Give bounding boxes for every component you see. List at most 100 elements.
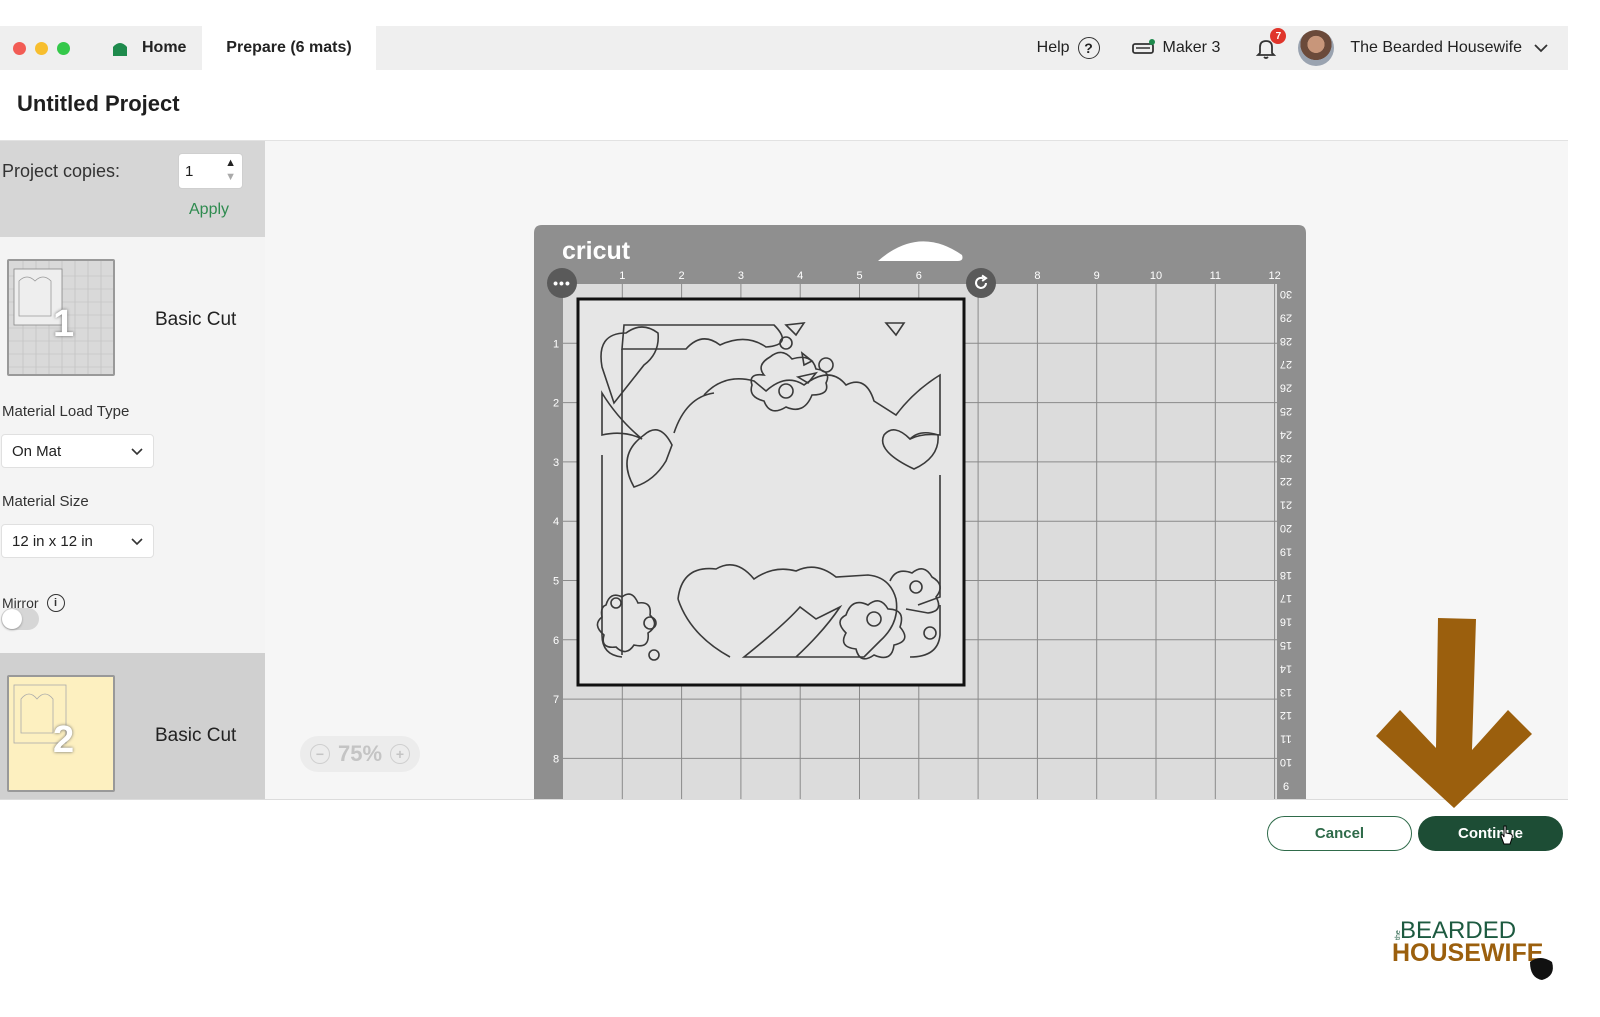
tab-prepare[interactable]: Prepare (6 mats)	[202, 26, 376, 70]
question-icon: ?	[1077, 37, 1100, 59]
user-menu[interactable]: The Bearded Housewife	[1350, 39, 1548, 57]
ruler-label: 17	[1280, 592, 1292, 604]
copies-value: 1	[185, 163, 194, 180]
ruler-label: 5	[856, 270, 862, 282]
chevron-down-icon	[131, 448, 143, 456]
material-size-label: Material Size	[2, 493, 89, 510]
decrement-icon[interactable]: ▼	[225, 170, 236, 184]
ruler-label: 23	[1280, 452, 1292, 464]
rotate-icon	[975, 274, 988, 289]
maximize-window-button[interactable]	[57, 42, 70, 55]
tab-home-label: Home	[142, 39, 187, 56]
stepper-arrows: ▲ ▼	[225, 156, 236, 184]
ruler-label: 10	[1150, 270, 1162, 282]
avatar[interactable]	[1298, 30, 1335, 66]
ruler-label: 26	[1280, 382, 1292, 394]
ruler-label: 10	[1280, 756, 1292, 768]
ruler-label: 2	[553, 398, 559, 410]
ruler-label: 11	[1280, 733, 1291, 745]
mat-1-thumbnail[interactable]: 1	[7, 259, 115, 376]
ruler-label: 13	[1280, 686, 1292, 698]
ruler-label: 2	[679, 270, 685, 282]
mat-1-label: Basic Cut	[155, 309, 237, 330]
continue-button[interactable]: Continue	[1418, 816, 1563, 851]
minimize-window-button[interactable]	[35, 42, 48, 55]
zoom-out-icon[interactable]: −	[309, 744, 330, 764]
more-icon: •••	[553, 275, 571, 291]
title-bar: Home Prepare (6 mats) Help ? Maker 3 7 T…	[0, 26, 1568, 70]
apply-button[interactable]: Apply	[189, 201, 229, 219]
ruler-label: 8	[1034, 270, 1040, 282]
ruler-label: 18	[1280, 569, 1292, 581]
zoom-in-icon[interactable]: +	[390, 744, 411, 764]
copies-stepper[interactable]: 1 ▲ ▼	[178, 153, 243, 189]
material-size-value: 12 in x 12 in	[12, 533, 93, 550]
help-button[interactable]: Help ?	[1037, 37, 1100, 59]
cursor-icon	[1500, 825, 1513, 845]
ruler-label: 5	[553, 576, 559, 588]
ruler-label: 1	[619, 270, 625, 282]
ruler-label: 4	[553, 516, 559, 528]
ruler-label: 3	[738, 270, 744, 282]
ruler-label: 15	[1280, 639, 1292, 651]
toggle-knob	[2, 609, 22, 629]
project-copies-section: Project copies: 1 ▲ ▼ Apply	[0, 141, 265, 237]
ruler-label: 8	[553, 753, 559, 765]
ruler-label: 27	[1280, 358, 1292, 370]
mat-2-panel: 2 Basic Cut	[0, 653, 265, 799]
close-window-button[interactable]	[13, 42, 26, 55]
zoom-control: − 75% +	[300, 736, 420, 772]
mat-2-label: Basic Cut	[155, 725, 237, 746]
ruler-label: 9	[1283, 779, 1289, 791]
ruler-label: 3	[553, 457, 559, 469]
copies-label: Project copies:	[2, 161, 121, 181]
info-icon[interactable]: i	[46, 594, 65, 612]
tab-home[interactable]: Home	[93, 26, 203, 70]
ruler-label: 30	[1280, 288, 1292, 300]
user-name: The Bearded Housewife	[1350, 39, 1522, 56]
ruler-label: 7	[553, 694, 559, 706]
increment-icon[interactable]: ▲	[225, 156, 236, 170]
ruler-label: 24	[1280, 428, 1292, 440]
ruler-label: 11	[1210, 270, 1221, 282]
mat-options-button[interactable]: •••	[547, 268, 577, 298]
ruler-label: 14	[1280, 662, 1292, 674]
notifications-button[interactable]: 7	[1254, 28, 1287, 60]
material-load-type-label: Material Load Type	[2, 403, 130, 420]
chevron-down-icon	[1534, 44, 1548, 53]
material-load-type-value: On Mat	[12, 443, 62, 460]
ruler-label: 20	[1280, 522, 1292, 534]
ruler-label: 21	[1280, 499, 1292, 511]
ruler-label: 9	[1094, 270, 1100, 282]
ruler-label: 25	[1280, 405, 1292, 417]
mat-2-number: 2	[53, 719, 75, 761]
arrow-down-icon	[1376, 618, 1532, 808]
mat-2-thumbnail[interactable]: 2	[7, 675, 115, 792]
svg-text:HOUSEWIFE: HOUSEWIFE	[1392, 939, 1543, 967]
ruler-label: 12	[1280, 709, 1292, 721]
ruler-label: 6	[553, 635, 559, 647]
mat-1-panel: 1 Basic Cut Material Load Type On Mat Ma…	[0, 237, 265, 653]
zoom-level: 75%	[337, 741, 383, 766]
divider	[0, 799, 1568, 800]
cut-design[interactable]	[576, 297, 966, 687]
bearded-housewife-logo: the BEARDED HOUSEWIFE	[1392, 917, 1553, 980]
top-right-controls: Help ? Maker 3 7 The Bearded Housewife	[1037, 26, 1548, 70]
ruler-label: 6	[916, 270, 922, 282]
rotate-button[interactable]	[966, 268, 996, 298]
machine-label: Maker 3	[1162, 39, 1221, 56]
chevron-down-icon	[131, 538, 143, 546]
material-load-type-select[interactable]: On Mat	[1, 434, 154, 468]
notification-badge: 7	[1270, 28, 1287, 44]
material-size-select[interactable]: 12 in x 12 in	[1, 524, 154, 558]
cutting-mat: cricut 123456789101112 12345678 30292827…	[534, 225, 1306, 799]
machine-icon	[1131, 39, 1155, 54]
machine-selector[interactable]: Maker 3	[1131, 39, 1221, 57]
mat-1-number: 1	[53, 303, 75, 345]
mirror-toggle[interactable]	[1, 608, 39, 630]
window-controls	[13, 42, 70, 55]
mat-brand: cricut	[562, 237, 631, 265]
cancel-button[interactable]: Cancel	[1267, 816, 1412, 851]
home-icon	[113, 43, 127, 56]
ruler-label: 16	[1280, 616, 1292, 628]
